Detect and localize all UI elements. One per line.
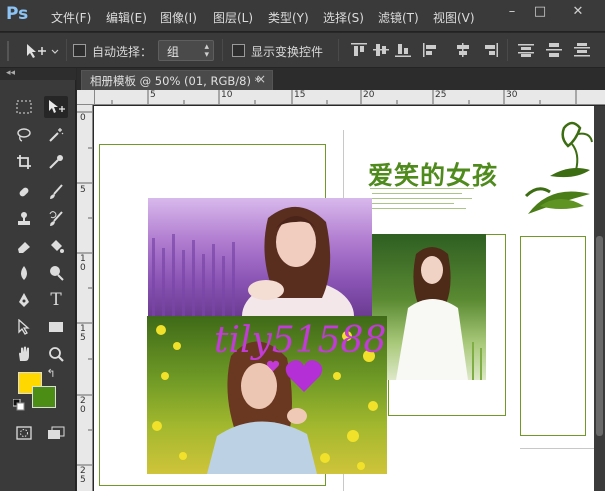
move-tool-preset-icon[interactable] [24,41,62,61]
show-transform-checkbox[interactable] [232,44,245,57]
ruler-ticks [111,90,577,104]
brush-tool-icon[interactable] [44,181,68,203]
menu-edit[interactable]: 编辑(E) [106,9,147,26]
dodge-tool-icon[interactable] [44,262,68,284]
scrollbar-thumb[interactable] [596,236,603,436]
photo-white-dress[interactable] [372,234,486,380]
menu-type[interactable]: 类型(Y) [268,9,309,26]
default-colors-icon[interactable] [12,398,26,412]
move-tool-icon[interactable] [44,96,68,118]
auto-select-value: 组 [167,45,180,59]
close-window-button[interactable]: ✕ [566,3,590,21]
align-right-icon[interactable] [482,43,498,57]
auto-select-checkbox[interactable] [73,44,86,57]
bottom-rule [520,448,594,449]
album-title: 爱笑的女孩 [368,161,499,190]
pen-tool-icon[interactable] [12,289,36,311]
menu-view[interactable]: 视图(V) [433,9,475,26]
magic-wand-icon[interactable] [44,124,68,146]
divider [338,39,339,61]
align-bottom-icon[interactable] [395,43,411,57]
divider [222,39,223,61]
watermark-text: tily51588 [214,320,387,361]
ruler-origin[interactable] [77,90,95,105]
photo-lavender-field[interactable] [148,198,372,316]
distribute-top-icon[interactable] [518,43,534,57]
photo-frame-right [520,236,586,436]
vertical-ruler[interactable]: 0 5 1 0 1 5 2 0 2 5 [77,105,93,491]
eyedropper-icon[interactable] [44,151,68,173]
hand-tool-icon[interactable] [12,343,36,365]
distribute-bottom-icon[interactable] [574,43,590,57]
spinner-arrows-icon: ▴ ▾ [204,42,209,60]
healing-brush-icon[interactable] [12,181,36,203]
blur-tool-icon[interactable] [12,262,36,284]
history-brush-icon[interactable] [44,208,68,230]
align-vcenter-icon[interactable] [373,43,389,57]
auto-select-label: 自动选择： [92,45,153,59]
options-bar: 自动选择： 组 ▴ ▾ 显示变换控件 [0,33,605,68]
menu-image[interactable]: 图像(I) [160,9,197,26]
crop-tool-icon[interactable] [12,151,36,173]
ruler-ticks [77,111,92,466]
align-hcenter-icon[interactable] [455,43,471,57]
screen-mode-icon[interactable] [44,422,68,444]
menu-select[interactable]: 选择(S) [323,9,364,26]
minimize-button[interactable]: – [500,3,524,21]
menu-bar: Ps 文件(F) 编辑(E) 图像(I) 图层(L) 类型(Y) 选择(S) 滤… [0,0,605,32]
maximize-button[interactable]: □ [528,3,552,21]
background-color-swatch[interactable] [32,386,56,408]
type-tool-icon[interactable]: T [44,289,68,311]
divider [507,39,508,61]
horizontal-ruler[interactable]: 5 10 15 20 25 30 [95,90,605,105]
show-transform-label: 显示变换控件 [251,45,324,59]
quick-mask-icon[interactable] [12,422,36,444]
vertical-scrollbar[interactable] [594,106,605,491]
divider [66,39,67,61]
paint-bucket-icon[interactable] [44,235,68,257]
zoom-tool-icon[interactable] [44,343,68,365]
path-selection-icon[interactable] [12,316,36,338]
close-tab-icon[interactable]: × [256,72,266,86]
clone-stamp-icon[interactable] [12,208,36,230]
menu-layer[interactable]: 图层(L) [213,9,253,26]
align-left-icon[interactable] [423,43,439,57]
document-canvas[interactable]: 爱笑的女孩 tily51588 [94,106,594,491]
menu-file[interactable]: 文件(F) [51,9,91,26]
marquee-tool-icon[interactable] [12,96,36,118]
lasso-tool-icon[interactable] [12,124,36,146]
document-tab-bar: 相册模板 @ 50% (01, RGB/8) * × [77,68,605,90]
menu-filter[interactable]: 滤镜(T) [378,9,419,26]
floral-ornament [520,114,594,226]
align-top-icon[interactable] [351,43,367,57]
tools-panel: ◂◂ T ↰ [0,68,76,491]
rectangle-tool-icon[interactable] [44,316,68,338]
heart-icon [284,358,324,394]
small-heart-icon [266,360,280,372]
swap-colors-icon[interactable]: ↰ [44,366,58,380]
grip-icon [6,41,12,61]
document-tab-title: 相册模板 @ 50% (01, RGB/8) * [90,74,261,88]
canvas-area[interactable]: 爱笑的女孩 tily51588 [94,106,605,491]
document-tab[interactable]: 相册模板 @ 50% (01, RGB/8) * × [81,70,273,90]
photoshop-logo: Ps [6,4,29,24]
auto-select-dropdown[interactable]: 组 ▴ ▾ [158,40,214,61]
eraser-tool-icon[interactable] [12,235,36,257]
panel-collapse-bar[interactable]: ◂◂ [0,68,76,80]
distribute-vcenter-icon[interactable] [546,43,562,57]
